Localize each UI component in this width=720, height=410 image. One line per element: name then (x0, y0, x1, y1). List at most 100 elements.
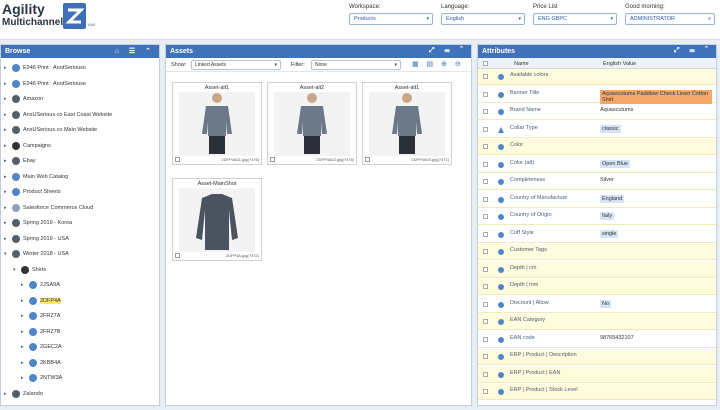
row-checkbox[interactable] (483, 301, 488, 307)
view-toggle-icons[interactable]: ▦ ▤ ⊕ ⊖ (412, 60, 464, 68)
row-checkbox[interactable] (483, 371, 488, 377)
tree-item[interactable]: ▸ E946 Print : AnotSeriouse (4, 78, 86, 90)
language-select[interactable]: English ▾ (441, 13, 525, 25)
expand-toggle-icon[interactable]: ▸ (21, 298, 29, 304)
asset-thumbnail[interactable] (179, 188, 255, 252)
panel-tools[interactable]: ⤢ ☰ ⌃ (674, 47, 712, 55)
expand-toggle-icon[interactable]: ▸ (4, 158, 12, 164)
row-checkbox[interactable] (483, 354, 488, 359)
asset-card[interactable]: Asset-alt2 2DFP4A02.jpg(?476) (267, 82, 357, 165)
attribute-row[interactable]: EAN Category (478, 314, 716, 330)
name-column-header[interactable]: Name (514, 61, 529, 67)
attribute-row[interactable]: Cuff Style single (478, 226, 716, 243)
expand-toggle-icon[interactable]: ▸ (4, 65, 12, 71)
attribute-row[interactable]: ERP | Product | Description (478, 349, 716, 365)
attribute-value[interactable]: single (600, 229, 712, 238)
tree-item[interactable]: ▸ Zalando (4, 388, 43, 400)
expand-toggle-icon[interactable]: ▸ (21, 313, 29, 319)
expand-toggle-icon[interactable]: ▸ (21, 375, 29, 381)
expand-toggle-icon[interactable]: ▸ (21, 344, 29, 350)
attribute-row[interactable]: ERP | Product | Stock Level (478, 384, 716, 400)
attribute-row[interactable]: Completeness Silver (478, 174, 716, 190)
attribute-value[interactable]: 98765432107 (600, 335, 712, 341)
tree-item[interactable]: ▸ Amazon (4, 93, 43, 105)
workspace-select[interactable]: Products ▾ (349, 13, 433, 25)
attribute-row[interactable]: Color (478, 139, 716, 155)
expand-toggle-icon[interactable]: ▸ (21, 360, 29, 366)
asset-card[interactable]: Asset-MainShot 2DFP4A.jpg(?472) (172, 178, 262, 261)
tree-item[interactable]: ▸ 2KBB4A (21, 357, 61, 369)
expand-toggle-icon[interactable]: ▸ (4, 220, 12, 226)
tree-item[interactable]: ▸ 2FRZ7B (21, 326, 60, 338)
expand-toggle-icon[interactable]: ▸ (21, 329, 29, 335)
tree-item[interactable]: ▸ Product Sheets (4, 186, 61, 198)
tree-item[interactable]: ▾ Winter 2018 - USA (4, 248, 69, 260)
value-column-header[interactable]: English Value (603, 61, 636, 67)
attribute-row[interactable]: Customer Tags (478, 244, 716, 260)
panel-tools[interactable]: ⤢ ☰ ⌃ (429, 47, 467, 55)
attribute-row[interactable]: Discount | Allow No (478, 296, 716, 313)
attribute-row[interactable]: EAN code 98765432107 (478, 331, 716, 348)
row-checkbox[interactable] (483, 319, 488, 324)
tree-item[interactable]: ▸ Ebay (4, 155, 36, 167)
attribute-row[interactable]: ERP | Product | EAN (478, 366, 716, 383)
attribute-row[interactable]: Country of Manufacture England (478, 191, 716, 208)
expand-toggle-icon[interactable]: ▸ (4, 391, 12, 397)
row-checkbox[interactable] (483, 179, 488, 184)
select-all-checkbox[interactable] (483, 61, 488, 66)
tree-item[interactable]: ▸ AnsUSerious.co East Coast Website (4, 109, 112, 121)
tree-item[interactable]: ▸ Spring 2019 - USA (4, 233, 69, 245)
row-checkbox[interactable] (483, 336, 488, 342)
tree-item[interactable]: ▾ Shirts (13, 264, 46, 276)
asset-checkbox[interactable] (270, 157, 275, 162)
user-menu[interactable]: ADMINISTRATOR ≡ (625, 13, 715, 25)
attribute-row[interactable]: Color (alt) Open Blue (478, 156, 716, 173)
row-checkbox[interactable] (483, 109, 488, 114)
attribute-value[interactable]: No (600, 299, 712, 308)
expand-toggle-icon[interactable]: ▸ (4, 96, 12, 102)
panel-tools[interactable]: ⌂ ☰ ⌃ (115, 47, 155, 55)
tree-item[interactable]: ▸ 2GEC2A (21, 341, 62, 353)
attribute-row[interactable]: Available colors (478, 69, 716, 85)
attribute-value[interactable]: Open Blue (600, 159, 712, 168)
tree-item[interactable]: ▸ Spring 2019 - Korea (4, 217, 72, 229)
expand-toggle-icon[interactable]: ▸ (4, 143, 12, 149)
attribute-row[interactable]: Country of Origin Italy (478, 209, 716, 225)
tree-item[interactable]: ▸ 2DFP4A (21, 295, 61, 307)
row-checkbox[interactable] (483, 74, 488, 79)
attribute-row[interactable]: Brand Name Aquascutums (478, 104, 716, 120)
row-checkbox[interactable] (483, 284, 488, 289)
expand-toggle-icon[interactable]: ▾ (13, 267, 21, 273)
asset-checkbox[interactable] (175, 253, 180, 258)
tree-item[interactable]: ▸ Campaigns (4, 140, 51, 152)
tree-item[interactable]: ▸ Main Web Catalog (4, 171, 68, 183)
row-checkbox[interactable] (483, 214, 488, 219)
tree-item[interactable]: ▸ Salesforce Commerce Cloud (4, 202, 93, 214)
tree-item[interactable]: ▸ 2FRZ7A (21, 310, 60, 322)
row-checkbox[interactable] (483, 389, 488, 394)
row-checkbox[interactable] (483, 161, 488, 167)
row-checkbox[interactable] (483, 144, 488, 149)
row-checkbox[interactable] (483, 249, 488, 254)
attribute-row[interactable]: Banner Title Aquascutums Paddtow Check Li… (478, 86, 716, 105)
tree-item[interactable]: ▸ AnsUSerious.co Main Website (4, 124, 97, 136)
tree-item[interactable]: ▸ 2JSA9A (21, 279, 60, 291)
attribute-row[interactable]: Depth | mm (478, 279, 716, 295)
expand-toggle-icon[interactable]: ▸ (4, 174, 12, 180)
show-select[interactable]: Linked Assets ▾ (191, 60, 281, 70)
filter-select[interactable]: None ▾ (311, 60, 401, 70)
expand-toggle-icon[interactable]: ▸ (21, 282, 29, 288)
expand-toggle-icon[interactable]: ▸ (4, 189, 12, 195)
asset-checkbox[interactable] (365, 157, 370, 162)
asset-thumbnail[interactable] (274, 92, 350, 156)
row-checkbox[interactable] (483, 196, 488, 202)
expand-toggle-icon[interactable]: ▸ (4, 81, 12, 87)
attribute-value[interactable]: Aquascutums Paddtow Check Linen Cotton S… (600, 89, 712, 105)
asset-card[interactable]: Asset-alt1 2DFP4A01.jpg(?476) (172, 82, 262, 165)
price-list-select[interactable]: ENG GBPC ▾ (533, 13, 617, 25)
tree-item[interactable]: ▸ 2NTW3A (21, 372, 62, 384)
row-checkbox[interactable] (483, 126, 488, 132)
expand-toggle-icon[interactable]: ▸ (4, 112, 12, 118)
attribute-row[interactable]: Depth | cm (478, 261, 716, 278)
attribute-row[interactable]: Collar Type classic (478, 121, 716, 138)
